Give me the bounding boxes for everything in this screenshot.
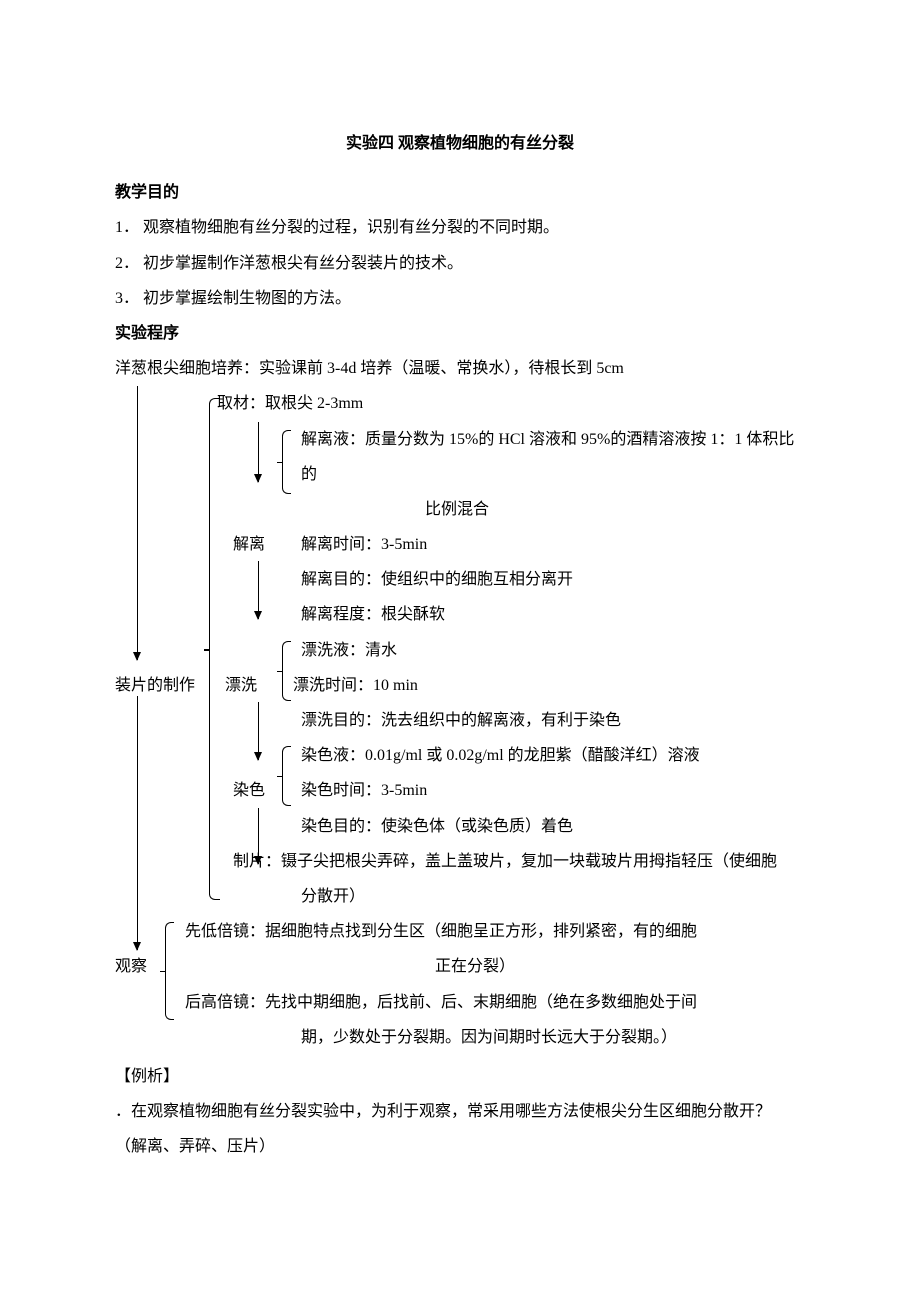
arrow-down-icon — [258, 561, 259, 619]
slide-prep-cont: 分散开） — [301, 879, 805, 914]
example-question: ．在观察植物细胞有丝分裂实验中，为利于观察，常采用哪些方法使根尖分生区细胞分散开… — [115, 1094, 805, 1129]
high-magnification: 后高倍镜：先找中期细胞，后找前、后、末期细胞（绝在多数细胞处于间 — [185, 985, 805, 1020]
experiment-title: 实验四 观察植物细胞的有丝分裂 — [115, 126, 805, 161]
brace-icon — [165, 922, 174, 1020]
rinse-label: 漂洗 — [225, 668, 257, 703]
stain-solution: 染色液：0.01g/ml 或 0.02g/ml 的龙胆紫（醋酸洋红）溶液 — [301, 738, 805, 773]
stain-time: 染色时间：3-5min — [301, 782, 427, 799]
objective-item: 1． 观察植物细胞有丝分裂的过程，识别有丝分裂的不同时期。 — [115, 210, 805, 245]
rinse-time: 漂洗时间：10 min — [293, 677, 418, 694]
stain-aim: 染色目的：使染色体（或染色质）着色 — [301, 809, 805, 844]
procedure-diagram: 取材：取根尖 2-3mm 解离液：质量分数为 15%的 HCl 溶液和 95%的… — [115, 386, 805, 1055]
brace-icon — [282, 430, 291, 494]
objective-item: 3． 初步掌握绘制生物图的方法。 — [115, 281, 805, 316]
document-page: 实验四 观察植物细胞的有丝分裂 教学目的 1． 观察植物细胞有丝分裂的过程，识别… — [0, 0, 920, 1302]
dissociation-solution-cont: 比例混合 — [425, 492, 805, 527]
dissociation-aim: 解离目的：使组织中的细胞互相分离开 — [301, 562, 805, 597]
slide-making-label: 装片的制作 — [115, 668, 195, 703]
brace-icon — [282, 746, 291, 806]
arrow-down-icon — [258, 808, 259, 864]
low-magnification: 先低倍镜：据细胞特点找到分生区（细胞呈正方形，排列紧密，有的细胞 — [185, 914, 805, 949]
dissociation-degree: 解离程度：根尖酥软 — [301, 597, 805, 632]
objectives-header: 教学目的 — [115, 175, 805, 210]
dissociation-label: 解离 — [233, 527, 265, 562]
objective-item: 2． 初步掌握制作洋葱根尖有丝分裂装片的技术。 — [115, 246, 805, 281]
procedure-header: 实验程序 — [115, 316, 805, 351]
slide-prep: 制片：镊子尖把根尖弄碎，盖上盖玻片，复加一块载玻片用拇指轻压（使细胞 — [233, 844, 805, 879]
low-magnification-cont: 正在分裂） — [435, 958, 515, 975]
dissociation-time: 解离时间：3-5min — [301, 536, 427, 553]
example-header: 【例析】 — [115, 1059, 805, 1094]
observe-label: 观察 — [115, 949, 147, 984]
dissociation-solution: 解离液：质量分数为 15%的 HCl 溶液和 95%的酒精溶液按 1：1 体积比… — [301, 422, 805, 492]
culture-line: 洋葱根尖细胞培养：实验课前 3-4d 培养（温暖、常换水），待根长到 5cm — [115, 351, 805, 386]
stain-label: 染色 — [233, 773, 265, 808]
brace-icon — [282, 641, 291, 701]
rinse-aim: 漂洗目的：洗去组织中的解离液，有利于染色 — [301, 703, 805, 738]
sampling-line: 取材：取根尖 2-3mm — [217, 386, 805, 421]
rinse-solution: 漂洗液：清水 — [301, 633, 805, 668]
example-answer: （解离、弄碎、压片） — [115, 1129, 805, 1164]
high-magnification-cont: 期，少数处于分裂期。因为间期时长远大于分裂期。） — [301, 1020, 805, 1055]
